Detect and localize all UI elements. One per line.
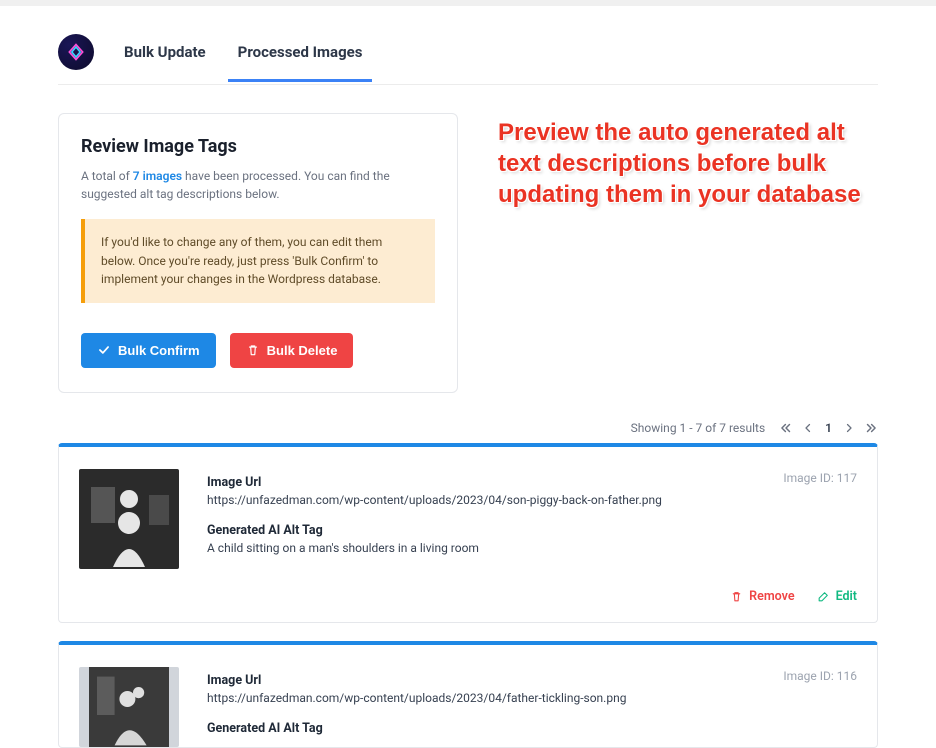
- result-card: Image ID: 116 Image Url https://unfazedm…: [58, 641, 878, 748]
- tab-bulk-update[interactable]: Bulk Update: [122, 37, 208, 81]
- pager-last-button[interactable]: [864, 421, 878, 435]
- bulk-confirm-label: Bulk Confirm: [118, 343, 200, 358]
- pager-controls: 1: [779, 421, 878, 435]
- bulk-delete-label: Bulk Delete: [267, 343, 338, 358]
- field-label-url: Image Url: [207, 673, 857, 688]
- edit-button[interactable]: Edit: [817, 589, 857, 604]
- chevron-double-left-icon: [779, 421, 793, 435]
- field-value-url: https://unfazedman.com/wp-content/upload…: [207, 493, 857, 507]
- trash-icon: [730, 590, 743, 603]
- result-body: Image ID: 117 Image Url https://unfazedm…: [59, 447, 877, 571]
- result-thumbnail: [79, 469, 179, 569]
- pager-prev-button[interactable]: [801, 422, 815, 434]
- review-summary: A total of 7 images have been processed.…: [81, 167, 435, 203]
- nav-bar: Bulk Update Processed Images: [58, 6, 878, 85]
- thumbnail-image-icon: [79, 667, 179, 747]
- tab-processed-images[interactable]: Processed Images: [236, 37, 365, 81]
- chevron-double-right-icon: [864, 421, 878, 435]
- result-actions: Remove Edit: [59, 571, 877, 622]
- trash-icon: [246, 343, 260, 357]
- image-id-label: Image ID: 116: [783, 669, 857, 683]
- remove-label: Remove: [749, 589, 794, 604]
- bulk-button-row: Bulk Confirm Bulk Delete: [81, 333, 435, 368]
- field-value-url: https://unfazedman.com/wp-content/upload…: [207, 691, 857, 705]
- info-alert: If you'd like to change any of them, you…: [81, 219, 435, 303]
- pager-first-button[interactable]: [779, 421, 793, 435]
- field-label-url: Image Url: [207, 475, 857, 490]
- result-body: Image ID: 116 Image Url https://unfazedm…: [59, 645, 877, 747]
- edit-label: Edit: [836, 589, 857, 604]
- field-label-alt: Generated AI Alt Tag: [207, 523, 857, 538]
- bulk-delete-button[interactable]: Bulk Delete: [230, 333, 354, 368]
- result-card: Image ID: 117 Image Url https://unfazedm…: [58, 443, 878, 623]
- thumbnail-image-icon: [79, 469, 179, 569]
- review-summary-count: 7 images: [133, 169, 182, 183]
- pager-row: Showing 1 - 7 of 7 results 1: [58, 393, 878, 443]
- field-value-alt: A child sitting on a man's shoulders in …: [207, 541, 857, 555]
- review-heading: Review Image Tags: [81, 136, 435, 157]
- chevron-right-icon: [843, 422, 855, 434]
- content-row: Review Image Tags A total of 7 images ha…: [58, 85, 878, 393]
- pager-next-button[interactable]: [842, 422, 856, 434]
- check-icon: [97, 343, 111, 357]
- result-content: Image ID: 117 Image Url https://unfazedm…: [207, 469, 857, 571]
- logo-diamond-icon: [66, 42, 86, 62]
- result-content: Image ID: 116 Image Url https://unfazedm…: [207, 667, 857, 747]
- pager-summary: Showing 1 - 7 of 7 results: [631, 421, 765, 435]
- main-container: Bulk Update Processed Images Review Imag…: [28, 6, 908, 748]
- app-logo: [58, 34, 94, 70]
- field-label-alt: Generated AI Alt Tag: [207, 721, 857, 736]
- chevron-left-icon: [802, 422, 814, 434]
- edit-icon: [817, 590, 830, 603]
- result-thumbnail: [79, 667, 179, 747]
- review-summary-prefix: A total of: [81, 169, 133, 183]
- review-card: Review Image Tags A total of 7 images ha…: [58, 113, 458, 393]
- hero-callout: Preview the auto generated alt text desc…: [498, 113, 878, 393]
- image-id-label: Image ID: 117: [783, 471, 857, 485]
- remove-button[interactable]: Remove: [730, 589, 794, 604]
- bulk-confirm-button[interactable]: Bulk Confirm: [81, 333, 216, 368]
- pager-current-page: 1: [823, 421, 834, 435]
